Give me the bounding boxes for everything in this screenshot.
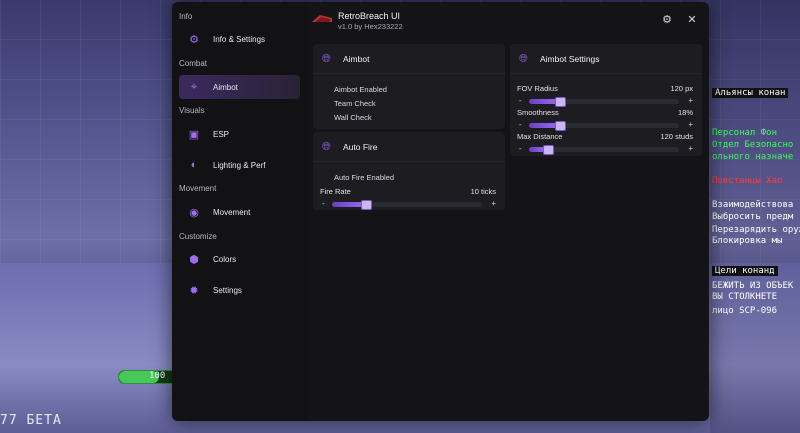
sidebar-item-label: Lighting & Perf	[213, 160, 266, 170]
aimbot-settings-card-header: 🌐︎ Aimbot Settings	[510, 44, 702, 74]
max-distance-label: Max Distance	[517, 132, 563, 141]
team-info-line: Альянсы конан	[712, 88, 789, 98]
team-info-line: Перезарядить оруж	[712, 225, 800, 235]
team-check-toggle[interactable]: Team Check	[334, 99, 376, 108]
sidebar-item-lighting-perf[interactable]: ◐ Lighting & Perf	[179, 153, 300, 177]
smoothness-increment[interactable]: +	[688, 120, 693, 129]
crosshair-icon: ⌖	[190, 80, 198, 93]
sidebar-item-label: ESP	[213, 129, 230, 139]
settings-gear-icon[interactable]: ⚙	[660, 12, 674, 26]
aimbot-settings-card: 🌐︎ Aimbot Settings FOV Radius 120 px - +…	[510, 44, 702, 156]
aimbot-card-title: Aimbot	[343, 54, 370, 64]
health-value: 100	[149, 371, 166, 381]
section-label-customize: Customize	[179, 232, 217, 241]
slider-handle[interactable]	[555, 97, 566, 107]
aimbot-card-header: 🌐︎ Aimbot	[313, 44, 505, 74]
fire-rate-slider-row: Fire Rate 10 ticks - +	[320, 187, 496, 211]
gear-box-icon: ⚙	[189, 33, 199, 46]
team-info-line: Взаимодействова	[712, 200, 794, 210]
globe-icon: 🌐︎	[519, 53, 528, 65]
sidebar-item-label: Info & Settings	[213, 34, 266, 44]
autofire-card-title: Auto Fire	[343, 142, 378, 152]
globe-icon: 🌐︎	[322, 141, 331, 153]
team-info-line: Отдел Безопасно	[712, 140, 794, 150]
max-distance-slider[interactable]	[529, 145, 679, 155]
gear-icon: ✹	[189, 284, 199, 297]
sidebar-item-esp[interactable]: ▣ ESP	[179, 122, 300, 146]
aimbot-settings-card-title: Aimbot Settings	[540, 54, 600, 64]
max-distance-value: 120 studs	[660, 132, 693, 141]
box-icon: ▣	[188, 128, 200, 141]
max-distance-slider-row: Max Distance 120 studs - +	[517, 132, 693, 156]
logo-icon	[312, 15, 332, 22]
fov-radius-slider[interactable]	[529, 97, 679, 107]
team-info-line: Блокировка мы	[712, 236, 783, 246]
wall-check-toggle[interactable]: Wall Check	[334, 113, 372, 122]
team-info-line: БЕЖИТЬ ИЗ ОБЪЕК	[712, 281, 794, 291]
close-icon[interactable]: ✕	[685, 12, 699, 26]
slider-handle[interactable]	[361, 200, 372, 210]
smoothness-slider-row: Smoothness 18% - +	[517, 108, 693, 132]
sidebar-item-label: Aimbot	[213, 82, 238, 92]
sidebar: Info ⚙ Info & Settings Combat ⌖ Aimbot V…	[172, 2, 308, 421]
fov-radius-value: 120 px	[670, 84, 693, 93]
autofire-enabled-toggle[interactable]: Auto Fire Enabled	[334, 173, 394, 182]
team-info-line: Цели конанд	[712, 266, 778, 276]
section-label-visuals: Visuals	[179, 106, 205, 115]
max-distance-decrement[interactable]: -	[519, 144, 522, 153]
globe-icon: 🌐︎	[322, 53, 331, 65]
fire-rate-increment[interactable]: +	[491, 199, 496, 208]
autofire-card: 🌐︎ Auto Fire Auto Fire Enabled Fire Rate…	[313, 132, 505, 210]
aimbot-card: 🌐︎ Aimbot Aimbot Enabled Team Check Wall…	[313, 44, 505, 129]
app-version: v1.0 by Hex233222	[338, 22, 403, 31]
sidebar-item-settings[interactable]: ✹ Settings	[179, 278, 300, 302]
fov-radius-increment[interactable]: +	[688, 96, 693, 105]
beta-label: 77 БЕТА	[0, 413, 62, 428]
aimbot-enabled-toggle[interactable]: Aimbot Enabled	[334, 85, 387, 94]
team-info-line: лицо SCP-096	[712, 306, 778, 316]
section-label-combat: Combat	[179, 59, 208, 68]
sidebar-item-aimbot[interactable]: ⌖ Aimbot	[179, 75, 300, 99]
sidebar-item-label: Settings	[213, 285, 242, 295]
smoothness-slider[interactable]	[529, 121, 679, 131]
sidebar-item-label: Colors	[213, 254, 237, 264]
team-info-line: Повстанцы Хао	[712, 176, 783, 186]
team-info-line: Персонал Фон	[712, 128, 778, 138]
section-label-info: Info	[179, 12, 193, 21]
fov-radius-decrement[interactable]: -	[519, 96, 522, 105]
slider-handle[interactable]	[555, 121, 566, 131]
sidebar-item-info-settings[interactable]: ⚙ Info & Settings	[179, 27, 300, 51]
app-title: RetroBreach UI	[338, 11, 401, 21]
bulb-icon: ◐	[190, 159, 198, 171]
team-info-line: ольного назначе	[712, 152, 794, 162]
smoothness-value: 18%	[677, 108, 693, 117]
sidebar-item-movement[interactable]: ◉ Movement	[179, 200, 300, 224]
slider-handle[interactable]	[543, 145, 554, 155]
fire-rate-slider[interactable]	[332, 200, 482, 210]
fov-radius-slider-row: FOV Radius 120 px - +	[517, 84, 693, 108]
section-label-movement: Movement	[179, 184, 217, 193]
fire-rate-decrement[interactable]: -	[322, 199, 325, 208]
fire-rate-value: 10 ticks	[470, 187, 496, 196]
max-distance-increment[interactable]: +	[688, 144, 693, 153]
smoothness-label: Smoothness	[517, 108, 559, 117]
eye-icon: ◉	[189, 206, 199, 219]
sidebar-item-colors[interactable]: ⬢ Colors	[179, 247, 300, 271]
sidebar-item-label: Movement	[213, 207, 251, 217]
fire-rate-label: Fire Rate	[320, 187, 351, 196]
team-info-line: ВЫ СТОЛКНЕТЕ	[712, 292, 778, 302]
fov-radius-label: FOV Radius	[517, 84, 558, 93]
team-info-line: Выбросить предм	[712, 212, 794, 222]
autofire-card-header: 🌐︎ Auto Fire	[313, 132, 505, 162]
smoothness-decrement[interactable]: -	[519, 120, 522, 129]
cheat-menu-window: Info ⚙ Info & Settings Combat ⌖ Aimbot V…	[172, 2, 709, 421]
pin-icon: ⬢	[189, 253, 199, 266]
